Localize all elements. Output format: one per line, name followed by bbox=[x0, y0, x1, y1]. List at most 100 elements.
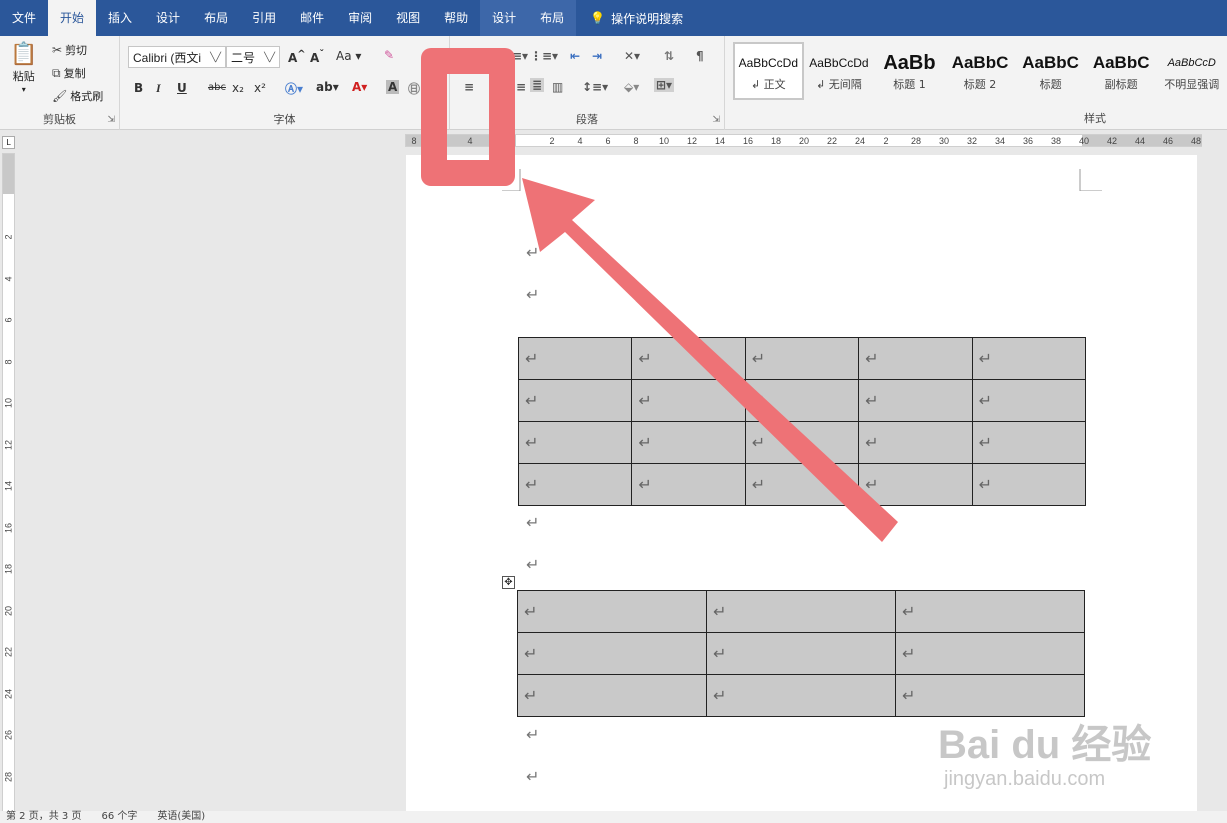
sort-icon[interactable]: ⇅ bbox=[664, 49, 674, 63]
format-painter-button[interactable]: 🖌 格式刷 bbox=[52, 88, 103, 104]
tab-table-layout[interactable]: 布局 bbox=[528, 0, 577, 36]
tab-table-design[interactable]: 设计 bbox=[480, 0, 529, 36]
tab-selector[interactable]: L bbox=[2, 136, 15, 149]
superscript-button[interactable]: x² bbox=[254, 81, 266, 95]
copy-button[interactable]: ⧉ 复制 bbox=[52, 65, 86, 81]
table-row: ↵ ↵ ↵ bbox=[517, 632, 1085, 675]
table-cell[interactable]: ↵ bbox=[858, 337, 973, 380]
table-cell[interactable]: ↵ bbox=[517, 379, 633, 422]
dialog-launcher-icon[interactable]: ⇲ bbox=[107, 115, 115, 125]
highlight-color-icon[interactable]: ab▾ bbox=[316, 80, 339, 94]
table-cell[interactable]: ↵ bbox=[744, 337, 860, 380]
style-normal[interactable]: AaBbCcDd ↲ 正文 bbox=[733, 42, 804, 100]
ruler-tick-label: 28 bbox=[3, 771, 14, 782]
style-heading-2[interactable]: AaBbC 标题 2 bbox=[945, 42, 1016, 100]
cut-button[interactable]: ✂ 剪切 bbox=[52, 42, 87, 58]
borders-icon[interactable]: ⊞▾ bbox=[654, 78, 675, 92]
table-cell[interactable]: ↵ bbox=[631, 337, 746, 380]
table-cell[interactable]: ↵ bbox=[517, 463, 633, 506]
shrink-font-button[interactable]: Aˇ bbox=[310, 49, 324, 65]
tab-view[interactable]: 视图 bbox=[384, 0, 432, 36]
tab-home[interactable]: 开始 bbox=[48, 0, 97, 36]
table-cell[interactable]: ↵ bbox=[971, 463, 1087, 506]
increase-indent-icon[interactable]: ⇥ bbox=[592, 49, 602, 63]
tab-file[interactable]: 文件 bbox=[0, 0, 48, 36]
text-effects-icon[interactable]: Ⓐ▾ bbox=[285, 80, 303, 97]
change-case-button[interactable]: Aa ▾ bbox=[336, 49, 361, 63]
line-spacing-icon[interactable]: ↕≡▾ bbox=[582, 80, 608, 94]
table-cell[interactable]: ↵ bbox=[706, 590, 896, 633]
show-marks-icon[interactable]: ¶ bbox=[696, 49, 704, 63]
table-cell[interactable]: ↵ bbox=[517, 590, 707, 633]
table-cell[interactable]: ↵ bbox=[631, 421, 746, 464]
table-cell[interactable]: ↵ bbox=[517, 632, 707, 675]
chinese-layout-icon[interactable]: ✕▾ bbox=[624, 49, 640, 63]
vertical-ruler[interactable]: 2 4 6 8 10 12 14 16 18 20 22 24 26 28 bbox=[2, 153, 15, 813]
table-move-handle-icon[interactable]: ✥ bbox=[502, 576, 515, 589]
table-5x4[interactable]: ↵ ↵ ↵ ↵ ↵ ↵ ↵ ↵ ↵ ↵ ↵ ↵ ↵ ↵ ↵ ↵ ↵ ↵ ↵ ↵ bbox=[517, 337, 1087, 506]
tab-design[interactable]: 设计 bbox=[144, 0, 192, 36]
paste-button[interactable]: 📋 粘贴 ▾ bbox=[10, 42, 37, 94]
ruler-tick-label: 48 bbox=[1190, 136, 1202, 146]
tab-insert[interactable]: 插入 bbox=[96, 0, 144, 36]
style-subtle-emphasis[interactable]: AaBbCcD 不明显强调 bbox=[1156, 42, 1227, 100]
table-cell[interactable]: ↵ bbox=[631, 379, 746, 422]
character-shading-icon[interactable]: A bbox=[386, 80, 400, 94]
enclose-character-icon[interactable]: ㊐ bbox=[408, 80, 420, 97]
style-name: 标题 2 bbox=[963, 78, 997, 91]
status-page-count[interactable]: 第 2 页，共 3 页 bbox=[6, 811, 81, 823]
table-cell[interactable]: ↵ bbox=[895, 590, 1085, 633]
ruler-tick-label: 22 bbox=[826, 136, 838, 146]
paintbrush-icon: 🖌 bbox=[52, 89, 68, 103]
table-cell[interactable]: ↵ bbox=[706, 674, 896, 717]
table-cell[interactable]: ↵ bbox=[744, 421, 860, 464]
table-cell[interactable]: ↵ bbox=[517, 674, 707, 717]
style-title[interactable]: AaBbC 标题 bbox=[1015, 42, 1086, 100]
table-cell[interactable]: ↵ bbox=[744, 379, 860, 422]
strikethrough-button[interactable]: abc bbox=[208, 82, 226, 93]
grow-font-button[interactable]: A^ bbox=[288, 49, 306, 65]
distributed-icon[interactable]: ▥ bbox=[552, 80, 563, 94]
table-cell[interactable]: ↵ bbox=[706, 632, 896, 675]
clear-formatting-button[interactable]: ✎ bbox=[384, 48, 394, 62]
horizontal-ruler[interactable]: 8 4 2 4 6 8 10 12 14 16 18 20 22 24 2 28 30 32 34 36 38 40 42 4… bbox=[405, 134, 1202, 147]
italic-button[interactable]: I bbox=[156, 81, 161, 96]
table-cell[interactable]: ↵ bbox=[971, 421, 1087, 464]
table-cell[interactable]: ↵ bbox=[631, 463, 746, 506]
style-no-spacing[interactable]: AaBbCcDd ↲ 无间隔 bbox=[804, 42, 875, 100]
tab-review[interactable]: 审阅 bbox=[336, 0, 384, 36]
tab-help[interactable]: 帮助 bbox=[432, 0, 480, 36]
table-cell[interactable]: ↵ bbox=[517, 421, 633, 464]
font-size-combo[interactable]: 二号 ╲╱ bbox=[226, 46, 280, 68]
subscript-button[interactable]: x₂ bbox=[232, 81, 244, 95]
table-cell[interactable]: ↵ bbox=[517, 337, 633, 380]
scissors-icon: ✂ bbox=[52, 43, 63, 57]
style-heading-1[interactable]: AaBb 标题 1 bbox=[874, 42, 945, 100]
justify-icon[interactable]: ≣ bbox=[530, 78, 545, 92]
style-subtitle[interactable]: AaBbC 副标题 bbox=[1086, 42, 1157, 100]
align-right-icon[interactable]: ≡ bbox=[516, 80, 526, 94]
tab-references[interactable]: 引用 bbox=[240, 0, 288, 36]
tell-me-search[interactable]: 💡 操作说明搜索 bbox=[576, 10, 683, 27]
font-color-icon[interactable]: A▾ bbox=[352, 80, 367, 94]
bold-button[interactable]: B bbox=[134, 81, 143, 95]
numbering-icon[interactable]: ⋮≡▾ bbox=[530, 49, 558, 63]
table-cell[interactable]: ↵ bbox=[971, 337, 1087, 380]
tab-layout[interactable]: 布局 bbox=[192, 0, 240, 36]
status-language[interactable]: 英语(美国) bbox=[157, 811, 205, 823]
status-word-count[interactable]: 66 个字 bbox=[101, 811, 137, 823]
styles-gallery: AaBbCcDd ↲ 正文 AaBbCcDd ↲ 无间隔 AaBb 标题 1 AaBb… bbox=[733, 42, 1227, 100]
table-cell[interactable]: ↵ bbox=[858, 463, 973, 506]
table-cell[interactable]: ↵ bbox=[744, 463, 860, 506]
style-sample: AaBbC bbox=[951, 53, 1009, 72]
table-cell[interactable]: ↵ bbox=[895, 632, 1085, 675]
decrease-indent-icon[interactable]: ⇤ bbox=[570, 49, 580, 63]
tab-mailings[interactable]: 邮件 bbox=[288, 0, 336, 36]
table-cell[interactable]: ↵ bbox=[858, 421, 973, 464]
table-cell[interactable]: ↵ bbox=[971, 379, 1087, 422]
dialog-launcher-icon[interactable]: ⇲ bbox=[712, 115, 720, 125]
table-cell[interactable]: ↵ bbox=[858, 379, 973, 422]
shading-icon[interactable]: ⬙▾ bbox=[624, 80, 639, 94]
underline-button[interactable]: U bbox=[177, 81, 187, 95]
font-name-combo[interactable]: Calibri (西文i ╲╱ bbox=[128, 46, 226, 68]
